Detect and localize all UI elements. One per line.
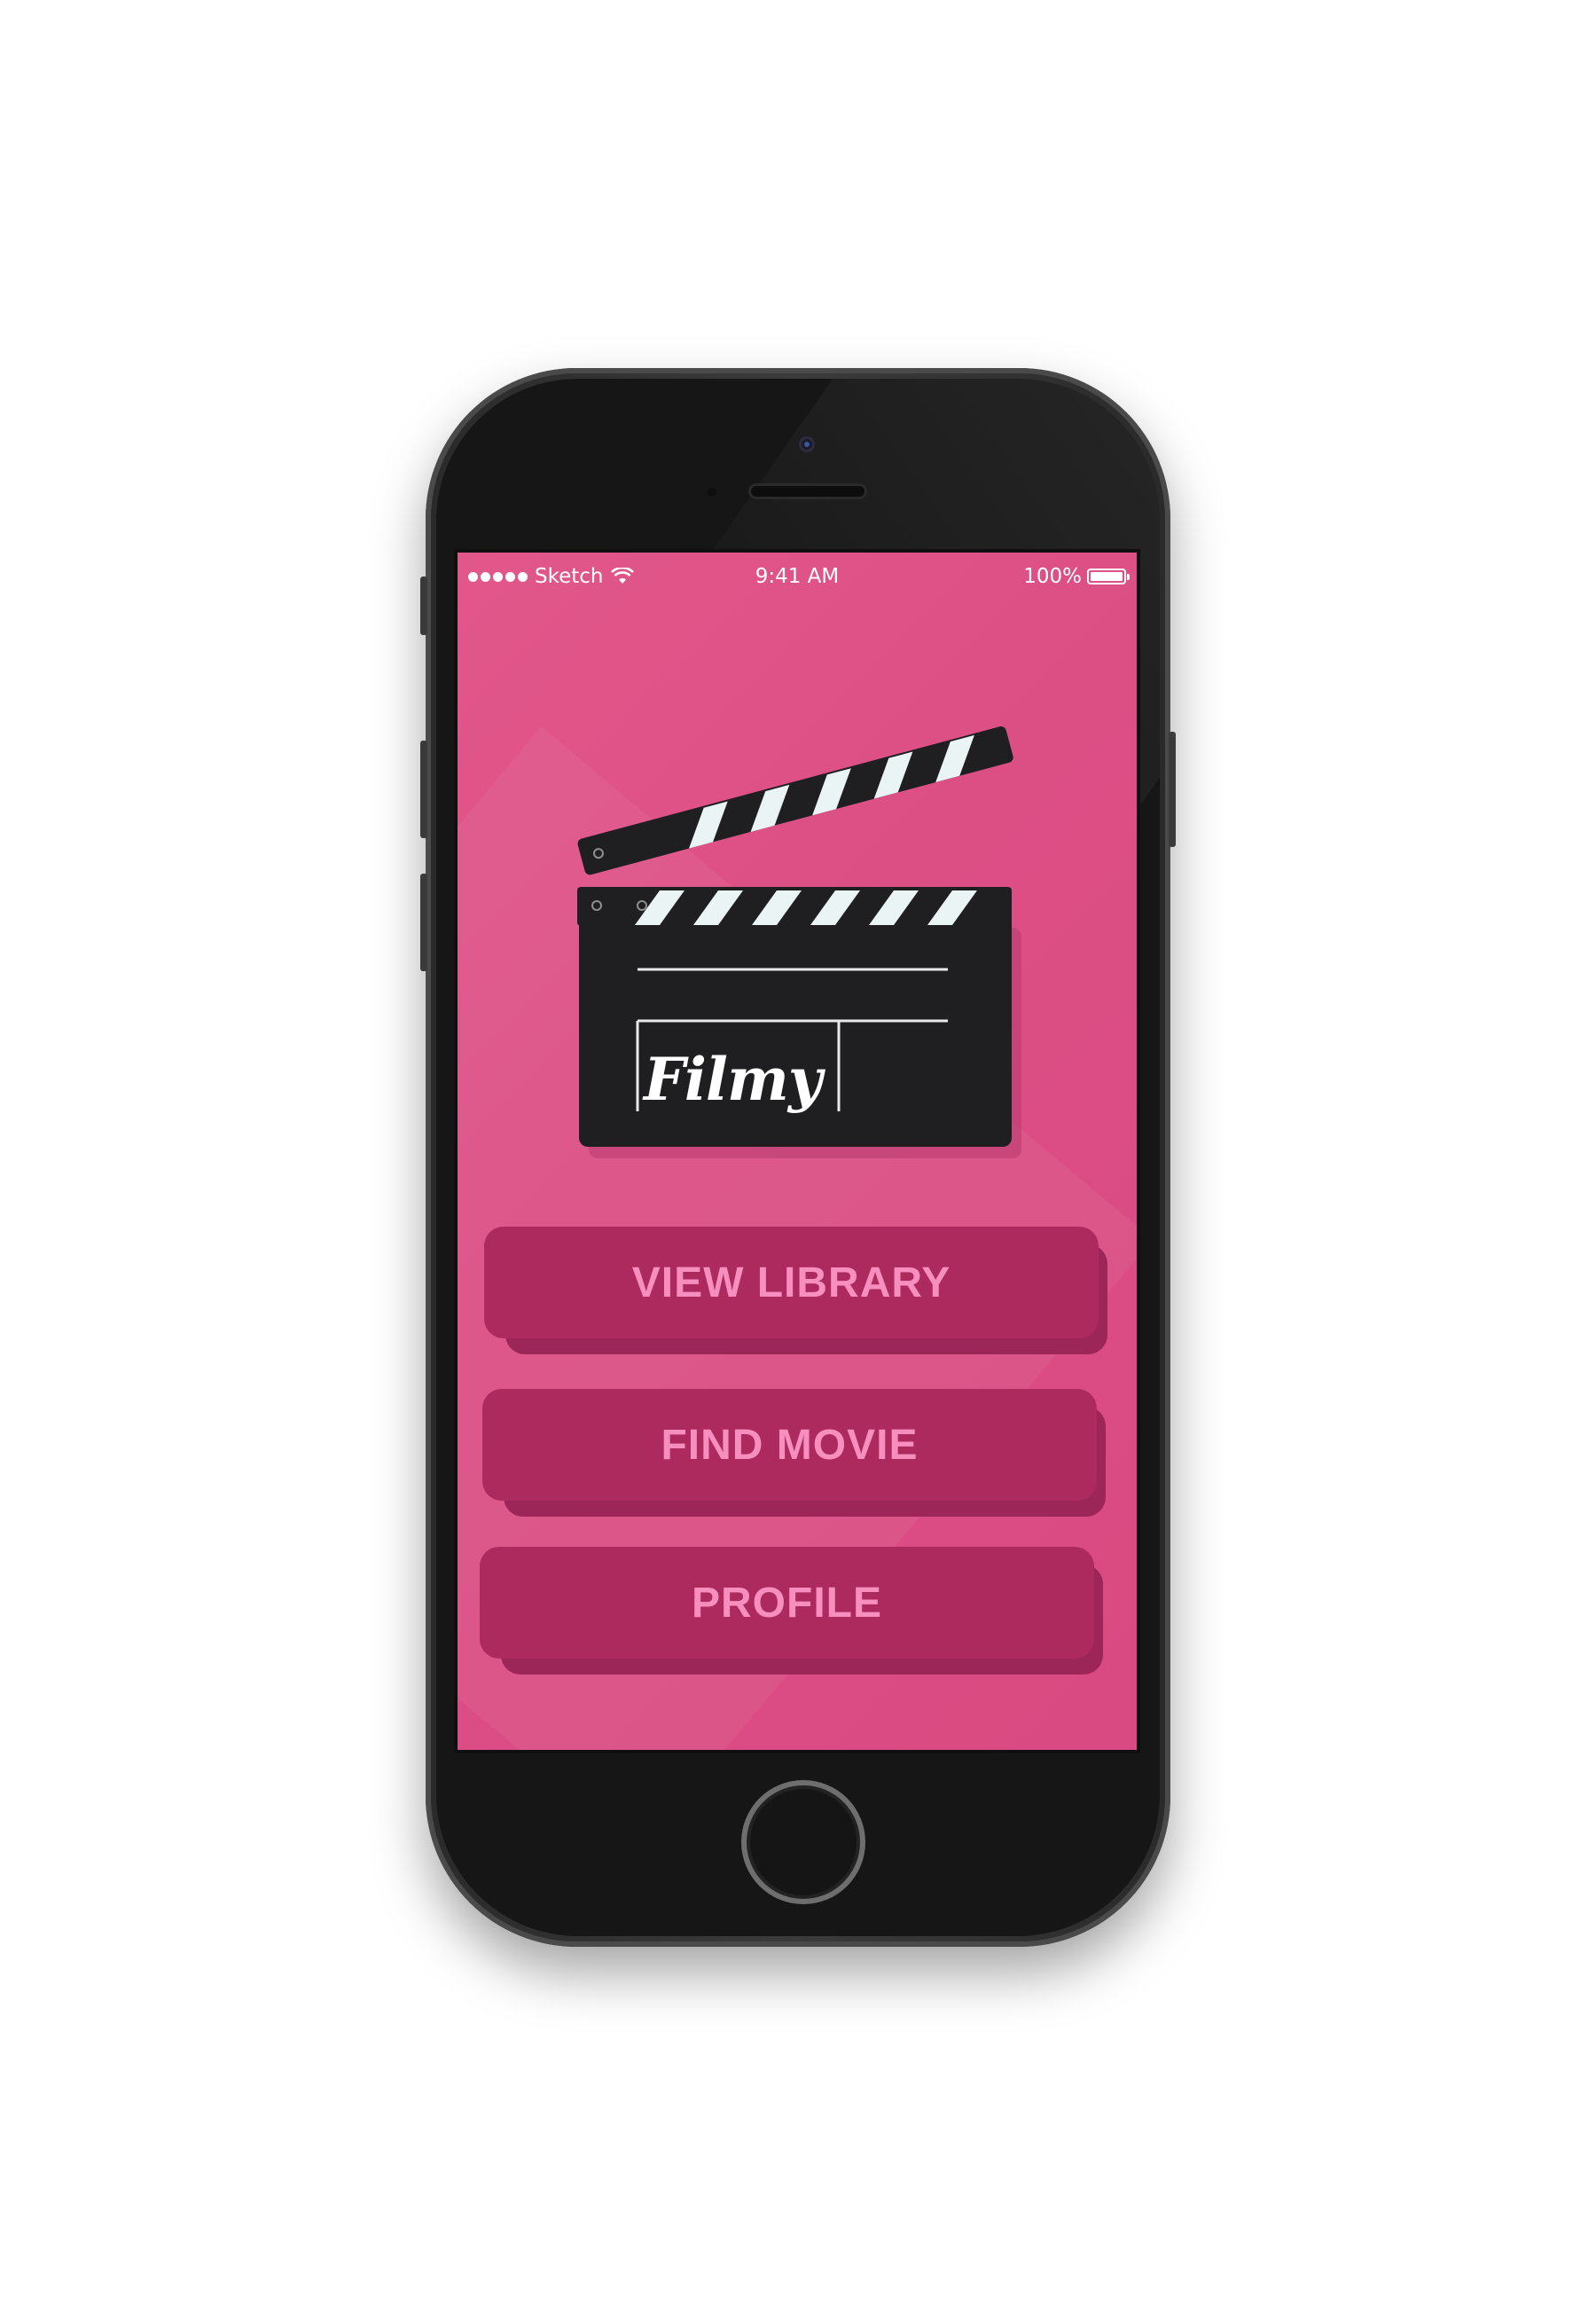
stage: Sketch 9:41 AM 100% Filmy VIEW LIBRARY F… <box>0 0 1596 2306</box>
app-screen: Sketch 9:41 AM 100% Filmy VIEW LIBRARY F… <box>454 549 1140 1753</box>
profile-button[interactable]: PROFILE <box>480 1547 1103 1675</box>
earpiece-speaker <box>748 483 867 499</box>
volume-down-button[interactable] <box>420 874 427 971</box>
find-movie-label: FIND MOVIE <box>482 1389 1097 1501</box>
power-button[interactable] <box>1169 732 1176 847</box>
find-movie-button[interactable]: FIND MOVIE <box>482 1389 1106 1517</box>
view-library-button[interactable]: VIEW LIBRARY <box>484 1227 1107 1354</box>
logo-text: Filmy <box>644 1045 822 1114</box>
volume-up-button[interactable] <box>420 741 427 838</box>
proximity-sensor <box>708 488 716 497</box>
profile-label: PROFILE <box>480 1547 1094 1659</box>
mute-switch[interactable] <box>420 576 427 635</box>
home-button[interactable] <box>741 1780 865 1904</box>
front-camera <box>799 436 815 452</box>
view-library-label: VIEW LIBRARY <box>484 1227 1099 1338</box>
